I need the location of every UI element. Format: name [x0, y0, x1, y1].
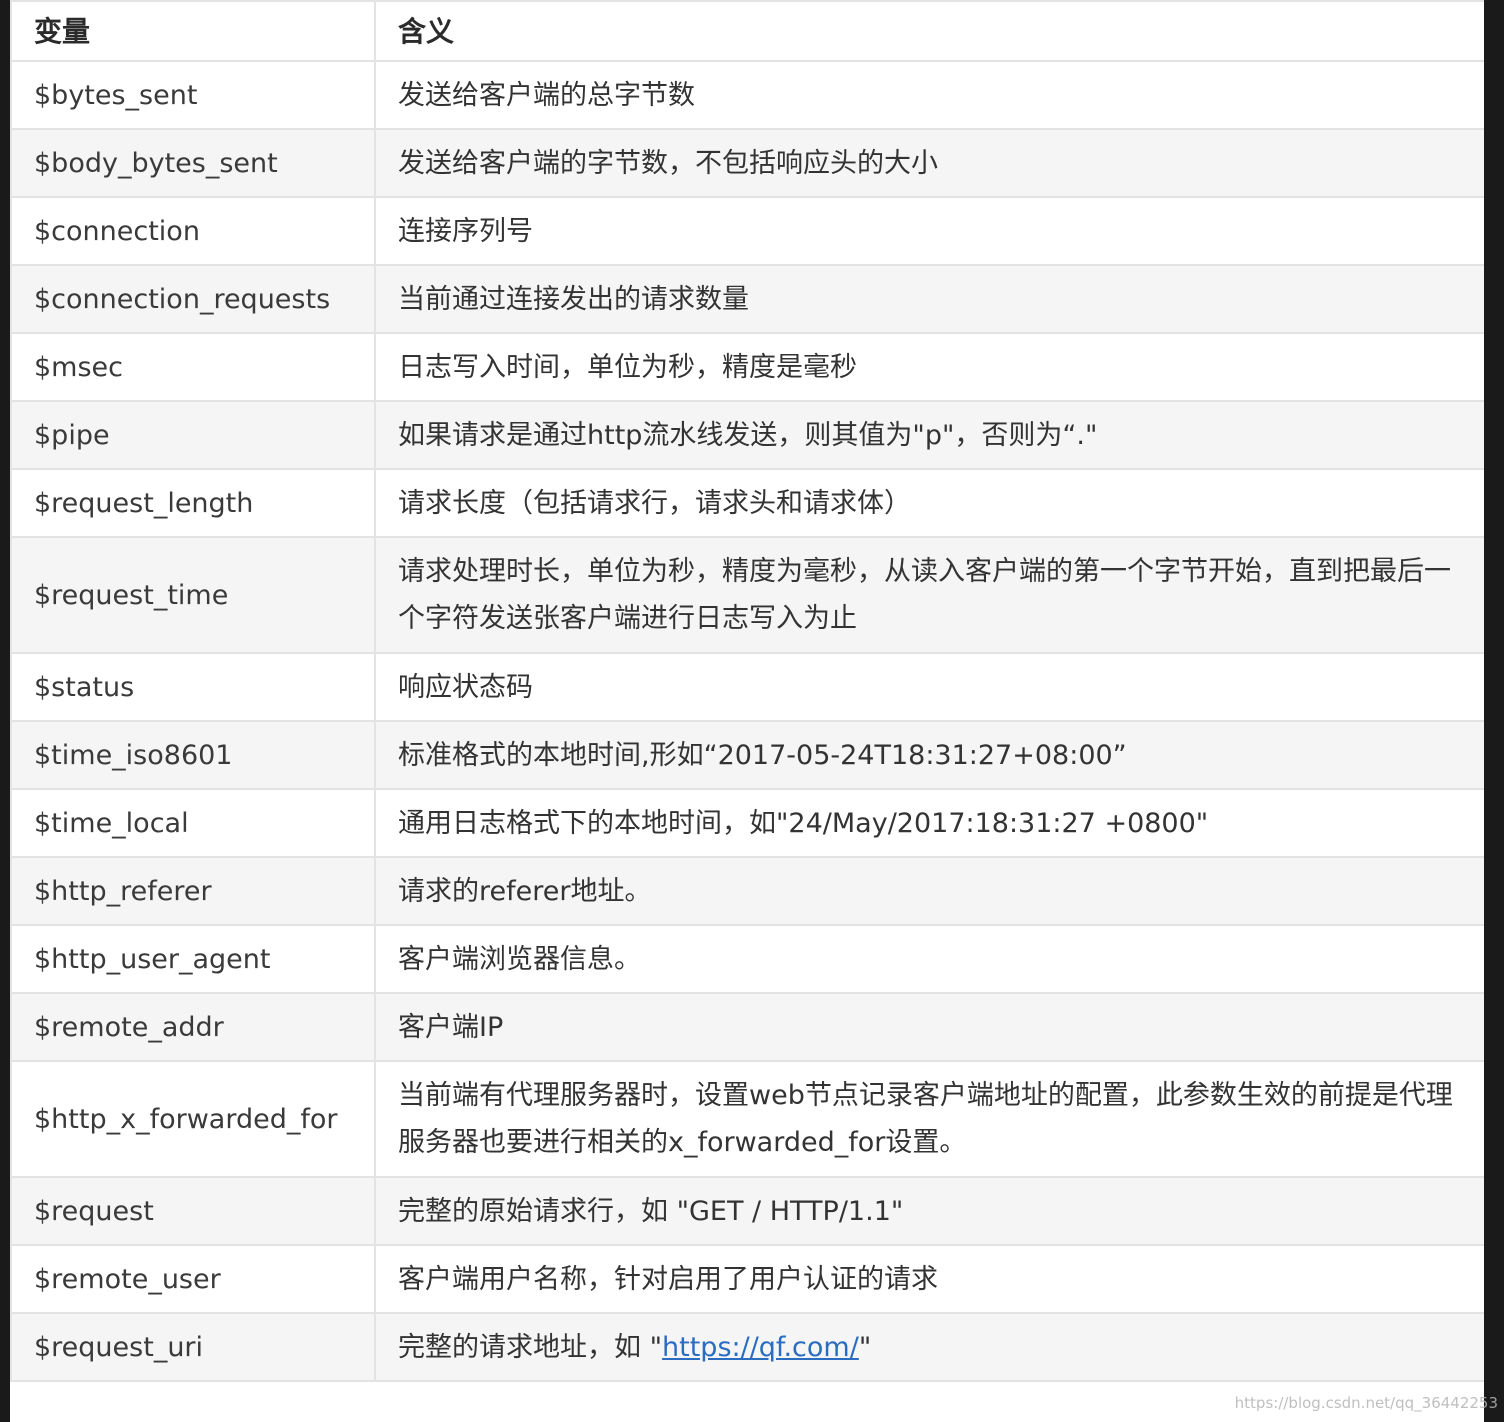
meaning-cell: 客户端IP — [374, 992, 1484, 1062]
meaning-cell: 请求长度（包括请求行，请求头和请求体） — [374, 468, 1484, 538]
variable-cell: $connection_requests — [10, 264, 376, 334]
meaning-cell: 通用日志格式下的本地时间，如"24/May/2017:18:31:27 +080… — [374, 788, 1484, 858]
table-row: $pipe 如果请求是通过http流水线发送，则其值为"p"，否则为“." — [10, 400, 1484, 470]
variable-cell: $remote_addr — [10, 992, 376, 1062]
table-row: $http_x_forwarded_for 当前端有代理服务器时，设置web节点… — [10, 1060, 1484, 1178]
variable-cell: $request_uri — [10, 1312, 376, 1382]
meaning-cell: 当前端有代理服务器时，设置web节点记录客户端地址的配置，此参数生效的前提是代理… — [374, 1060, 1484, 1178]
variable-cell: $http_user_agent — [10, 924, 376, 994]
meaning-cell: 当前通过连接发出的请求数量 — [374, 264, 1484, 334]
table-row: $request 完整的原始请求行，如 "GET / HTTP/1.1" — [10, 1176, 1484, 1246]
table-row: $connection 连接序列号 — [10, 196, 1484, 266]
table-row: $http_referer 请求的referer地址。 — [10, 856, 1484, 926]
variable-cell: $remote_user — [10, 1244, 376, 1314]
table-row: $body_bytes_sent 发送给客户端的字节数，不包括响应头的大小 — [10, 128, 1484, 198]
table-row: $msec 日志写入时间，单位为秒，精度是毫秒 — [10, 332, 1484, 402]
meaning-cell: 连接序列号 — [374, 196, 1484, 266]
table-row: $time_iso8601 标准格式的本地时间,形如“2017-05-24T18… — [10, 720, 1484, 790]
table-row: $http_user_agent 客户端浏览器信息。 — [10, 924, 1484, 994]
variable-cell: $time_iso8601 — [10, 720, 376, 790]
meaning-cell: 如果请求是通过http流水线发送，则其值为"p"，否则为“." — [374, 400, 1484, 470]
header-row: 变量 含义 — [10, 0, 1484, 62]
variable-cell: $msec — [10, 332, 376, 402]
table-row: $bytes_sent 发送给客户端的总字节数 — [10, 60, 1484, 130]
variable-cell: $status — [10, 652, 376, 722]
watermark: https://blog.csdn.net/qq_36442253 — [1234, 1394, 1498, 1412]
variable-cell: $http_x_forwarded_for — [10, 1060, 376, 1178]
variable-cell: $request_time — [10, 536, 376, 654]
meaning-cell: 完整的请求地址，如 "https://qf.com/" — [374, 1312, 1484, 1382]
variable-cell: $request — [10, 1176, 376, 1246]
meaning-prefix: 完整的请求地址，如 " — [398, 1331, 663, 1363]
variables-table: 变量 含义 $bytes_sent 发送给客户端的总字节数 $body_byte… — [10, 0, 1484, 1382]
meaning-cell: 客户端浏览器信息。 — [374, 924, 1484, 994]
meaning-cell: 客户端用户名称，针对启用了用户认证的请求 — [374, 1244, 1484, 1314]
table-row: $request_time 请求处理时长，单位为秒，精度为毫秒，从读入客户端的第… — [10, 536, 1484, 654]
variable-cell: $body_bytes_sent — [10, 128, 376, 198]
table-row: $status 响应状态码 — [10, 652, 1484, 722]
meaning-cell: 标准格式的本地时间,形如“2017-05-24T18:31:27+08:00” — [374, 720, 1484, 790]
variable-cell: $pipe — [10, 400, 376, 470]
meaning-cell: 日志写入时间，单位为秒，精度是毫秒 — [374, 332, 1484, 402]
meaning-suffix: " — [858, 1331, 872, 1363]
header-variable: 变量 — [10, 0, 376, 62]
table-row: $time_local 通用日志格式下的本地时间，如"24/May/2017:1… — [10, 788, 1484, 858]
meaning-cell: 请求的referer地址。 — [374, 856, 1484, 926]
meaning-cell: 发送给客户端的字节数，不包括响应头的大小 — [374, 128, 1484, 198]
variable-cell: $connection — [10, 196, 376, 266]
variable-cell: $bytes_sent — [10, 60, 376, 130]
variable-cell: $request_length — [10, 468, 376, 538]
table-container: 变量 含义 $bytes_sent 发送给客户端的总字节数 $body_byte… — [10, 0, 1484, 1422]
table-row: $remote_addr 客户端IP — [10, 992, 1484, 1062]
table-row: $remote_user 客户端用户名称，针对启用了用户认证的请求 — [10, 1244, 1484, 1314]
variable-cell: $time_local — [10, 788, 376, 858]
request-uri-link[interactable]: https://qf.com/ — [662, 1332, 859, 1363]
meaning-cell: 完整的原始请求行，如 "GET / HTTP/1.1" — [374, 1176, 1484, 1246]
header-meaning: 含义 — [374, 0, 1484, 62]
meaning-cell: 请求处理时长，单位为秒，精度为毫秒，从读入客户端的第一个字节开始，直到把最后一个… — [374, 536, 1484, 654]
meaning-cell: 发送给客户端的总字节数 — [374, 60, 1484, 130]
table-row: $request_length 请求长度（包括请求行，请求头和请求体） — [10, 468, 1484, 538]
variable-cell: $http_referer — [10, 856, 376, 926]
table-row: $request_uri 完整的请求地址，如 "https://qf.com/" — [10, 1312, 1484, 1382]
table-row: $connection_requests 当前通过连接发出的请求数量 — [10, 264, 1484, 334]
meaning-cell: 响应状态码 — [374, 652, 1484, 722]
